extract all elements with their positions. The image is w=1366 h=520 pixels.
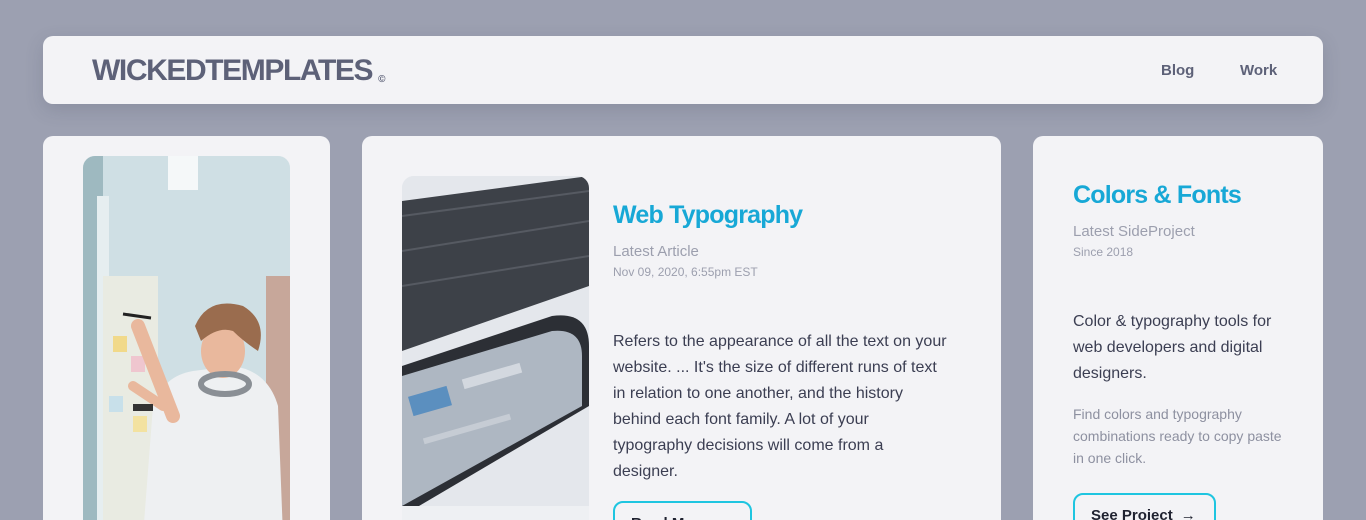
nav-link-work[interactable]: Work [1240,62,1277,79]
article-excerpt: Refers to the appearance of all the text… [613,329,953,485]
project-description: Color & typography tools for web develop… [1073,309,1303,387]
project-card: Colors & Fonts Latest SideProject Since … [1033,136,1323,520]
project-description-line: designers. [1073,365,1147,382]
profile-photo [83,156,290,520]
project-detail-line: Find colors and typography [1073,406,1242,422]
project-description-line: web developers and digital [1073,339,1263,356]
article-label: Latest Article [613,243,699,260]
arrow-right-icon: → [1180,507,1196,520]
logo-text: WICKEDTEMPLATES [92,54,374,87]
project-detail: Find colors and typography combinations … [1073,403,1303,469]
project-detail-line: in one click. [1073,450,1147,466]
article-excerpt-line: behind each font family. A lot of your [613,411,869,428]
project-title[interactable]: Colors & Fonts [1073,181,1242,210]
article-excerpt-line: Refers to the appearance of all the text… [613,333,947,350]
article-excerpt-line: designer. [613,463,678,480]
article-title[interactable]: Web Typography [613,201,803,230]
copyright-icon: © [378,74,386,85]
article-card: Web Typography Latest Article Nov 09, 20… [362,136,1001,520]
project-description-line: Color & typography tools for [1073,313,1272,330]
see-project-label: See Project [1091,507,1173,520]
site-header: WICKEDTEMPLATES © Blog Work [43,36,1323,104]
article-image [402,176,589,520]
profile-card [43,136,330,520]
project-detail-line: combinations ready to copy paste [1073,428,1282,444]
article-excerpt-line: typography decisions will come from a [613,437,884,454]
article-date: Nov 09, 2020, 6:55pm EST [613,265,758,279]
see-project-button[interactable]: See Project → [1073,493,1216,520]
site-logo[interactable]: WICKEDTEMPLATES © [92,54,385,88]
project-label: Latest SideProject [1073,223,1195,240]
read-more-button[interactable]: Read More [613,501,752,520]
article-excerpt-line: in relation to one another, and the hist… [613,385,903,402]
nav-link-blog[interactable]: Blog [1161,62,1194,79]
article-excerpt-line: website. ... It's the size of different … [613,359,937,376]
project-since: Since 2018 [1073,245,1134,259]
